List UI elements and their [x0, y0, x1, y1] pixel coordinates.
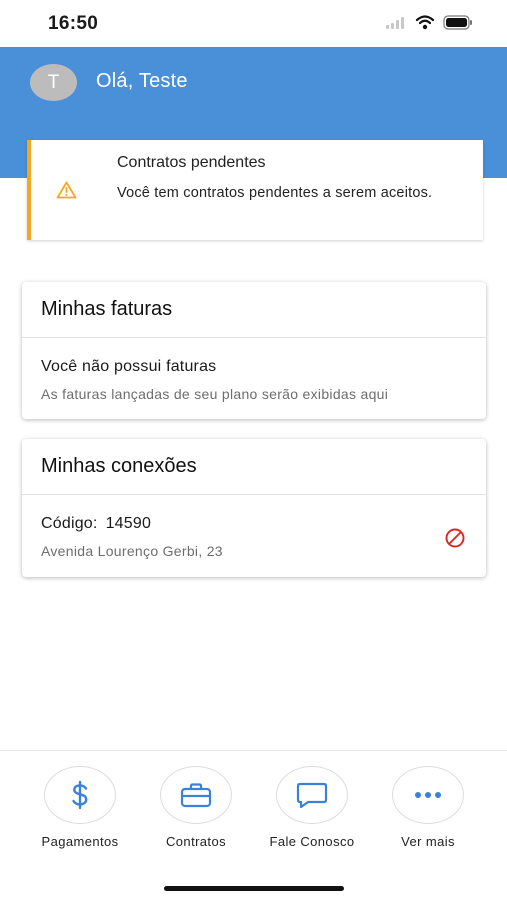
blocked-icon: [445, 528, 465, 548]
invoices-card[interactable]: Minhas faturas Você não possui faturas A…: [22, 282, 486, 419]
status-time: 16:50: [48, 13, 99, 34]
dollar-icon: [72, 780, 88, 810]
connection-code: Código: 14590: [41, 515, 151, 533]
nav-contratos-label: Contratos: [166, 834, 226, 849]
invoices-title: Minhas faturas: [22, 282, 486, 338]
battery-icon: [443, 15, 472, 30]
chat-icon: [296, 782, 328, 809]
nav-pagamentos-label: Pagamentos: [41, 834, 119, 849]
nav-pagamentos-button[interactable]: [44, 766, 116, 824]
invoices-empty-subtitle: As faturas lançadas de seu plano serão e…: [41, 386, 389, 402]
status-bar: 16:50: [0, 0, 507, 47]
nav-contratos-button[interactable]: [160, 766, 232, 824]
alert-title: Contratos pendentes: [117, 154, 266, 171]
more-icon: [415, 792, 441, 798]
nav-pagamentos[interactable]: Pagamentos: [22, 766, 138, 858]
connection-code-label: Código:: [41, 515, 98, 532]
alert-text: Você tem contratos pendentes a serem ace…: [117, 185, 433, 201]
bottom-nav: Pagamentos Contratos Fale Conosco Ver ma…: [0, 751, 507, 900]
connection-code-value: 14590: [105, 515, 152, 532]
signal-icon: [386, 16, 404, 29]
warning-icon: [56, 181, 77, 199]
briefcase-icon: [180, 783, 212, 808]
home-indicator[interactable]: [164, 886, 344, 891]
nav-fale-conosco[interactable]: Fale Conosco: [254, 766, 370, 858]
pending-contracts-alert[interactable]: Contratos pendentes Você tem contratos p…: [27, 140, 483, 240]
status-icons: [385, 15, 473, 30]
wifi-icon: [415, 15, 435, 30]
avatar[interactable]: T: [30, 64, 77, 101]
greeting: Olá, Teste: [96, 70, 188, 92]
nav-contratos[interactable]: Contratos: [138, 766, 254, 858]
nav-ver-mais[interactable]: Ver mais: [370, 766, 486, 858]
nav-fale-conosco-label: Fale Conosco: [269, 834, 355, 849]
nav-fale-conosco-button[interactable]: [276, 766, 348, 824]
connection-address: Avenida Lourenço Gerbi, 23: [41, 543, 223, 559]
invoices-empty-title: Você não possui faturas: [41, 358, 217, 375]
connections-card[interactable]: Minhas conexões Código: 14590 Avenida Lou…: [22, 439, 486, 577]
nav-ver-mais-label: Ver mais: [401, 834, 455, 849]
nav-ver-mais-button[interactable]: [392, 766, 464, 824]
connections-title: Minhas conexões: [22, 439, 486, 495]
